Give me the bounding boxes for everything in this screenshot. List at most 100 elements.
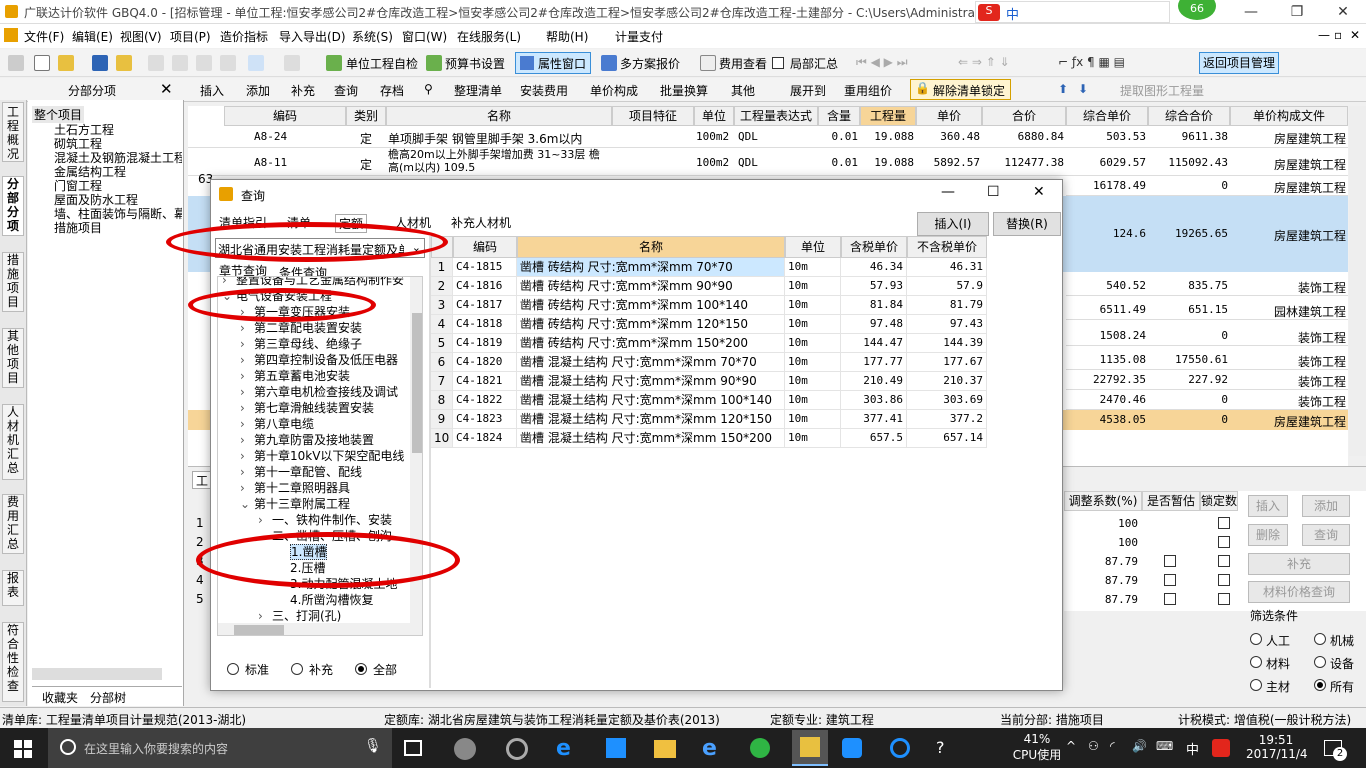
tree-node[interactable]: › 第九章防雷及接地装置 xyxy=(240,431,374,448)
app-icon-green[interactable] xyxy=(750,738,770,758)
col-header-expr[interactable]: 工程量表达式 xyxy=(734,106,818,126)
col-header-unit[interactable]: 单位 xyxy=(785,236,841,258)
panel-close-icon[interactable]: ✕ xyxy=(160,80,173,98)
cell-code[interactable]: C4-1817 xyxy=(453,296,517,315)
cell-name[interactable]: 凿槽 砖结构 尺寸:宽mm*深mm 120*150 xyxy=(517,315,785,334)
tree-node[interactable]: › 第五章蓄电池安装 xyxy=(240,367,350,384)
volume-icon[interactable]: 🔊 xyxy=(1132,739,1147,753)
col-header-ratio[interactable]: 含量 xyxy=(818,106,860,126)
filter-main-material-radio[interactable] xyxy=(1250,679,1262,691)
unit-price-menu[interactable]: 单价构成 xyxy=(590,82,638,99)
radio-all[interactable] xyxy=(355,663,367,675)
cell-name[interactable]: 凿槽 砖结构 尺寸:宽mm*深mm 90*90 xyxy=(517,277,785,296)
cell-code[interactable]: C4-1822 xyxy=(453,391,517,410)
col-header-code[interactable]: 编码 xyxy=(453,236,517,258)
close-icon[interactable]: ✕ xyxy=(1320,0,1366,24)
tab-reports[interactable]: 报表 xyxy=(2,570,24,606)
tree-node[interactable]: › 第七章滑触线装置安装 xyxy=(240,399,374,416)
cell-unit[interactable]: 10m xyxy=(785,391,841,410)
install-fee-menu[interactable]: 安装费用 xyxy=(520,82,568,99)
tab-cost-summary[interactable]: 费用汇总 xyxy=(2,494,24,554)
cell-tax-price[interactable]: 144.47 xyxy=(841,334,907,353)
grid-vertical-scrollbar[interactable] xyxy=(1349,106,1366,456)
binoculars-icon[interactable]: ⚲ xyxy=(424,82,433,96)
app-icon-swirl[interactable] xyxy=(506,738,528,760)
other-menu[interactable]: 其他 xyxy=(731,82,755,99)
radio-supplement[interactable] xyxy=(291,663,303,675)
splitter[interactable] xyxy=(429,236,431,688)
move-arrows[interactable]: ⇐ ⇒ ⇑ ⇓ xyxy=(958,55,1010,69)
sogou-tray-icon[interactable] xyxy=(1212,739,1230,757)
table-row[interactable]: 2470.46 0 装饰工程 xyxy=(1066,390,1348,410)
ime-indicator[interactable]: 中 xyxy=(1186,739,1199,758)
add-button[interactable]: 添加 xyxy=(1302,495,1350,517)
cell-notax-price[interactable]: 177.67 xyxy=(907,353,987,372)
chevron-up-icon[interactable]: ^ xyxy=(1066,739,1076,753)
dialog-minimize-icon[interactable]: — xyxy=(941,184,955,200)
tree-horizontal-scrollbar[interactable] xyxy=(218,623,410,635)
folder-icon[interactable] xyxy=(116,55,132,71)
cell-code[interactable]: C4-1823 xyxy=(453,410,517,429)
archive-menu[interactable]: 存档 xyxy=(380,82,404,99)
cell-tax-price[interactable]: 303.86 xyxy=(841,391,907,410)
open-folder-icon[interactable] xyxy=(58,55,74,71)
col-header-coef[interactable]: 调整系数(%) xyxy=(1064,491,1142,511)
supplement-button[interactable]: 补充 xyxy=(1248,553,1350,575)
menu-online[interactable]: 在线服务(L) xyxy=(457,28,521,45)
col-header-sum-total[interactable]: 综合合价 xyxy=(1148,106,1230,126)
cell-code[interactable]: C4-1820 xyxy=(453,353,517,372)
chevron-right-icon[interactable]: › xyxy=(240,369,254,383)
col-header-lock[interactable]: 锁定数 xyxy=(1200,491,1238,511)
chevron-right-icon[interactable]: › xyxy=(240,353,254,367)
cell-unit[interactable]: 10m xyxy=(785,429,841,448)
undo-icon[interactable] xyxy=(248,55,264,71)
cell-notax-price[interactable]: 46.31 xyxy=(907,258,987,277)
menu-cost-index[interactable]: 造价指标 xyxy=(220,28,268,45)
cell-name[interactable]: 凿槽 混凝土结构 尺寸:宽mm*深mm 120*150 xyxy=(517,410,785,429)
estimate-checkbox[interactable] xyxy=(1164,555,1176,567)
cell-unit[interactable]: 10m xyxy=(785,315,841,334)
app-icon-fan[interactable] xyxy=(454,738,476,760)
dialog-maximize-icon[interactable]: ☐ xyxy=(987,184,1000,200)
extract-graphic-button[interactable]: 提取图形工程量 xyxy=(1120,82,1204,99)
cell-notax-price[interactable]: 657.14 xyxy=(907,429,987,448)
table-row[interactable]: 16178.49 0 房屋建筑工程 xyxy=(1066,176,1348,196)
horizontal-scrollbar[interactable] xyxy=(32,668,162,680)
microphone-icon[interactable]: 🎙 xyxy=(364,738,382,754)
cell-tax-price[interactable]: 81.84 xyxy=(841,296,907,315)
col-header-type[interactable]: 类别 xyxy=(346,106,386,126)
cell-unit[interactable]: 10m xyxy=(785,372,841,391)
dropdown-icon[interactable] xyxy=(8,55,24,71)
ime-toolbar[interactable]: S 中 xyxy=(975,1,1170,23)
cell-name[interactable]: 凿槽 砖结构 尺寸:宽mm*深mm 70*70 xyxy=(517,258,785,277)
dialog-close-icon[interactable]: ✕ xyxy=(1033,184,1045,200)
chevron-right-icon[interactable]: › xyxy=(240,321,254,335)
redo-icon[interactable] xyxy=(284,55,300,71)
menu-import-export[interactable]: 导入导出(D) xyxy=(279,28,346,45)
insert-button[interactable]: 插入 xyxy=(1248,495,1288,517)
mdi-restore-icon[interactable]: ▫ xyxy=(1334,28,1342,42)
menu-file[interactable]: 文件(F) xyxy=(24,28,64,45)
tree-node[interactable]: › 第十一章配管、配线 xyxy=(240,463,362,480)
save-icon[interactable] xyxy=(92,55,108,71)
filter-machine-radio[interactable] xyxy=(1314,633,1326,645)
tab-labor-material[interactable]: 人材机汇总 xyxy=(2,404,24,480)
cell-unit[interactable]: 10m xyxy=(785,296,841,315)
chevron-right-icon[interactable]: › xyxy=(222,277,236,287)
file-explorer-icon[interactable] xyxy=(654,740,676,758)
delete-icon[interactable] xyxy=(220,55,236,71)
down-arrow-icon[interactable]: ⬇ xyxy=(1078,82,1088,96)
cell-name[interactable]: 凿槽 混凝土结构 尺寸:宽mm*深mm 100*140 xyxy=(517,391,785,410)
multi-plan-button[interactable]: 多方案报价 xyxy=(620,55,680,72)
mdi-close-icon[interactable]: ✕ xyxy=(1350,28,1360,42)
tree-node[interactable]: › 一、铁构件制作、安装 xyxy=(258,511,392,528)
batch-convert-menu[interactable]: 批量换算 xyxy=(660,82,708,99)
cell-tax-price[interactable]: 377.41 xyxy=(841,410,907,429)
cell-tax-price[interactable]: 97.48 xyxy=(841,315,907,334)
paste-icon[interactable] xyxy=(196,55,212,71)
lock-checkbox[interactable] xyxy=(1218,574,1230,586)
supplement-menu[interactable]: 补充 xyxy=(291,82,315,99)
col-header-name[interactable]: 名称 xyxy=(386,106,612,126)
local-summary-checkbox[interactable] xyxy=(772,57,784,69)
format-icons[interactable]: ⌐ ƒx ¶ ▦ ▤ xyxy=(1058,55,1125,69)
